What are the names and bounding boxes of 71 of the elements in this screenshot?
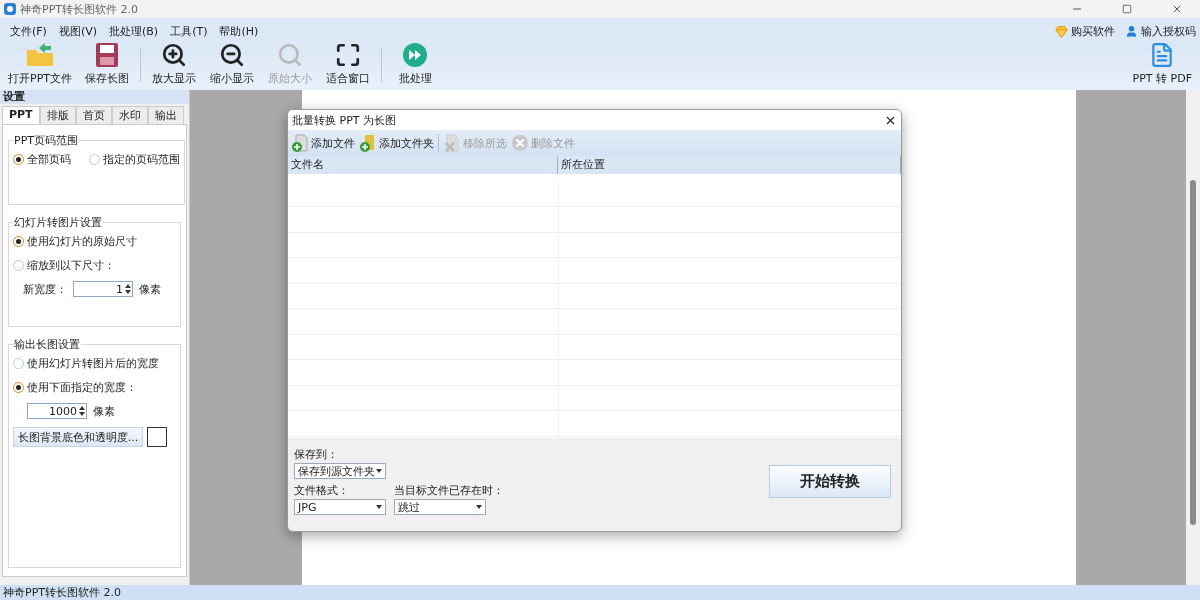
caret-icon <box>476 505 482 509</box>
toolbar-button[interactable]: 添加文件夹 <box>359 134 434 152</box>
add-file-icon <box>291 134 309 152</box>
group-title: 幻灯片转图片设置 <box>13 215 103 230</box>
column-header[interactable]: 文件名 <box>288 156 558 174</box>
radio-option[interactable]: 全部页码 <box>13 152 71 167</box>
group-title: PPT页码范围 <box>13 133 79 148</box>
toolbar-button[interactable]: 缩小显示 <box>203 42 261 86</box>
window-title: 神奇PPT转长图软件 2.0 <box>20 1 139 17</box>
toolbar-button[interactable]: 打开PPT文件 <box>2 42 78 86</box>
menu-item[interactable]: 视图(V) <box>52 23 104 39</box>
group-title: 输出长图设置 <box>13 337 81 352</box>
expand-icon <box>335 42 361 68</box>
toolbar-button[interactable]: 放大显示 <box>145 42 203 86</box>
tab[interactable]: 输出 <box>147 106 184 124</box>
color-swatch[interactable] <box>147 427 167 447</box>
app-logo-icon <box>4 3 16 15</box>
tab[interactable]: 排版 <box>39 106 76 124</box>
folder-icon <box>25 42 55 68</box>
maximize-icon[interactable] <box>1122 4 1132 14</box>
magnifier-icon <box>277 42 303 68</box>
radio-option[interactable]: 使用幻灯片的原始尺寸 <box>13 234 176 249</box>
color-button[interactable]: 长图背景底色和透明度... <box>13 427 143 447</box>
radio-option[interactable]: 使用下面指定的宽度： <box>13 380 176 395</box>
remove-file-icon <box>443 134 461 152</box>
menu-item[interactable]: 文件(F) <box>4 23 53 39</box>
menu-item[interactable]: 工具(T) <box>164 23 214 39</box>
unit-label: 像素 <box>93 403 115 419</box>
tab[interactable]: PPT <box>2 106 40 124</box>
field-label: 新宽度： <box>23 281 67 297</box>
dropdown[interactable]: 跳过 <box>394 499 486 515</box>
toolbar-button[interactable]: 保存长图 <box>78 42 136 86</box>
radio-option[interactable]: 指定的页码范围 <box>89 152 180 167</box>
caret-icon <box>376 505 382 509</box>
spinner-arrows-icon[interactable] <box>79 406 85 416</box>
close-icon[interactable] <box>1171 3 1183 15</box>
gem-icon <box>1055 24 1068 38</box>
panel-title: 设置 <box>0 90 189 104</box>
tab[interactable]: 水印 <box>111 106 148 124</box>
number-field[interactable]: 1000 <box>27 403 87 419</box>
delete-icon <box>511 134 529 152</box>
scrollbar[interactable] <box>1186 90 1200 585</box>
dropdown[interactable]: 保存到源文件夹 <box>294 463 386 479</box>
toolbar-button[interactable]: 添加文件 <box>291 134 355 152</box>
user-icon <box>1125 24 1138 38</box>
fast-forward-icon <box>402 42 428 68</box>
account-link[interactable]: 输入授权码 <box>1125 23 1196 39</box>
toolbar-button[interactable]: 批处理 <box>386 42 444 86</box>
dialog-title: 批量转换 PPT 为长图 <box>292 112 396 128</box>
zoom-out-icon <box>219 42 245 68</box>
zoom-in-icon <box>161 42 187 68</box>
account-link[interactable]: 购买软件 <box>1055 23 1115 39</box>
spinner-arrows-icon[interactable] <box>125 284 131 294</box>
tab[interactable]: 首页 <box>75 106 112 124</box>
radio-option[interactable]: 使用幻灯片转图片后的宽度 <box>13 356 176 371</box>
radio-option[interactable]: 缩放到以下尺寸： <box>13 258 176 273</box>
number-field[interactable]: 1 <box>73 281 133 297</box>
toolbar-button[interactable]: PPT 转 PDF <box>1126 42 1198 86</box>
field-label: 保存到： <box>294 447 339 462</box>
field-label: 当目标文件已存在时： <box>394 483 504 498</box>
start-button[interactable]: 开始转换 <box>769 464 891 498</box>
field-label: 文件格式： <box>294 483 350 498</box>
status-bar: 神奇PPT转长图软件 2.0 <box>0 585 1200 600</box>
unit-label: 像素 <box>139 281 161 297</box>
caret-icon <box>376 469 382 473</box>
toolbar-button[interactable]: 适合窗口 <box>319 42 377 86</box>
menu-item[interactable]: 批处理(B) <box>103 23 165 39</box>
column-header[interactable]: 所在位置 <box>558 156 901 174</box>
menu-item[interactable]: 帮助(H) <box>213 23 265 39</box>
add-folder-icon <box>359 134 377 152</box>
dropdown[interactable]: JPG <box>294 499 386 515</box>
